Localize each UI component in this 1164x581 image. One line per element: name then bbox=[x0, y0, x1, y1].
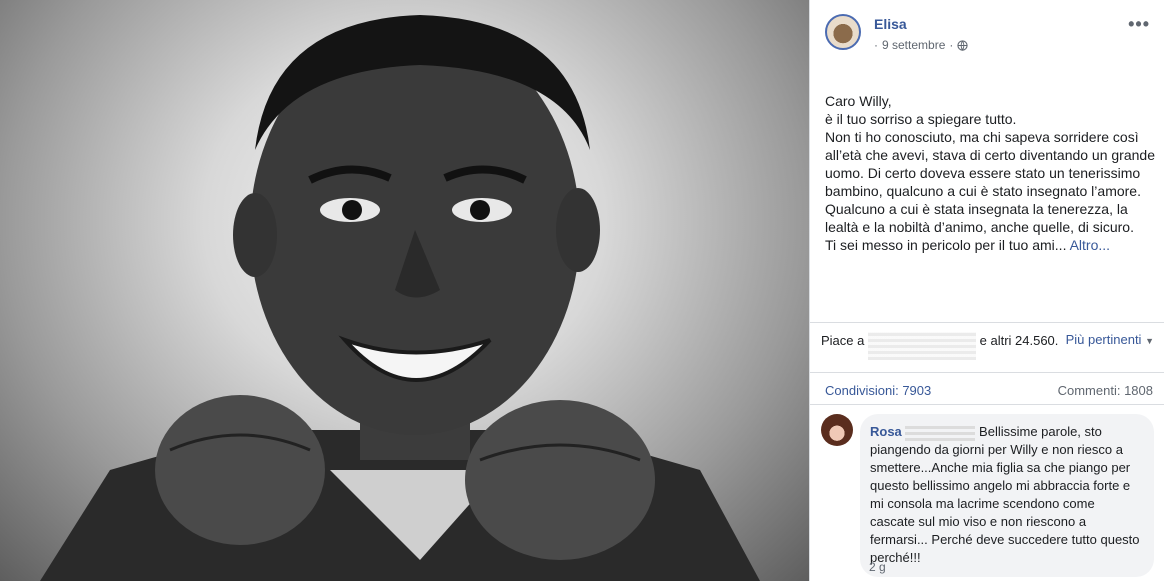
comment-age[interactable]: 2 g bbox=[869, 560, 886, 574]
comment-text: Bellissime parole, sto piangendo da gior… bbox=[870, 424, 1140, 565]
sort-label: Più pertinenti bbox=[1065, 332, 1142, 347]
meta-separator: · bbox=[874, 38, 878, 52]
post-panel: Elisa · 9 settembre · ••• Caro Willy, è … bbox=[810, 0, 1164, 581]
redacted-names bbox=[868, 332, 976, 360]
comment-bubble: Rosa Bellissime parole, sto piangendo da… bbox=[860, 414, 1154, 577]
comments-count[interactable]: Commenti: 1808 bbox=[1058, 383, 1153, 398]
post-text: Caro Willy, è il tuo sorriso a spiegare … bbox=[825, 92, 1155, 254]
likes-suffix: e altri 24.560. bbox=[979, 333, 1059, 348]
divider bbox=[810, 322, 1164, 323]
divider bbox=[810, 404, 1164, 405]
likes-prefix: Piace a bbox=[821, 333, 865, 348]
portrait-image bbox=[40, 15, 760, 581]
globe-icon bbox=[957, 39, 969, 51]
post-body: Caro Willy, è il tuo sorriso a spiegare … bbox=[825, 93, 1155, 253]
meta-separator: · bbox=[949, 38, 954, 52]
post-date[interactable]: 9 settembre bbox=[882, 38, 945, 52]
likes-summary[interactable]: Piace a e altri 24.560. bbox=[821, 332, 1058, 360]
author-name[interactable]: Elisa bbox=[874, 16, 907, 32]
more-options-icon[interactable]: ••• bbox=[1128, 14, 1150, 35]
commenter-name[interactable]: Rosa bbox=[870, 424, 902, 439]
see-more-link[interactable]: Altro... bbox=[1070, 237, 1110, 253]
author-avatar[interactable] bbox=[825, 14, 861, 50]
post-meta: · 9 settembre · bbox=[874, 38, 969, 52]
divider bbox=[810, 372, 1164, 373]
caret-down-icon: ▼ bbox=[1145, 336, 1154, 346]
commenter-avatar[interactable] bbox=[821, 414, 853, 446]
comment-sort-dropdown[interactable]: Più pertinenti ▼ bbox=[1066, 332, 1154, 347]
shares-count[interactable]: Condivisioni: 7903 bbox=[825, 383, 931, 398]
redacted-surname bbox=[905, 424, 976, 441]
post-photo[interactable] bbox=[0, 0, 809, 581]
